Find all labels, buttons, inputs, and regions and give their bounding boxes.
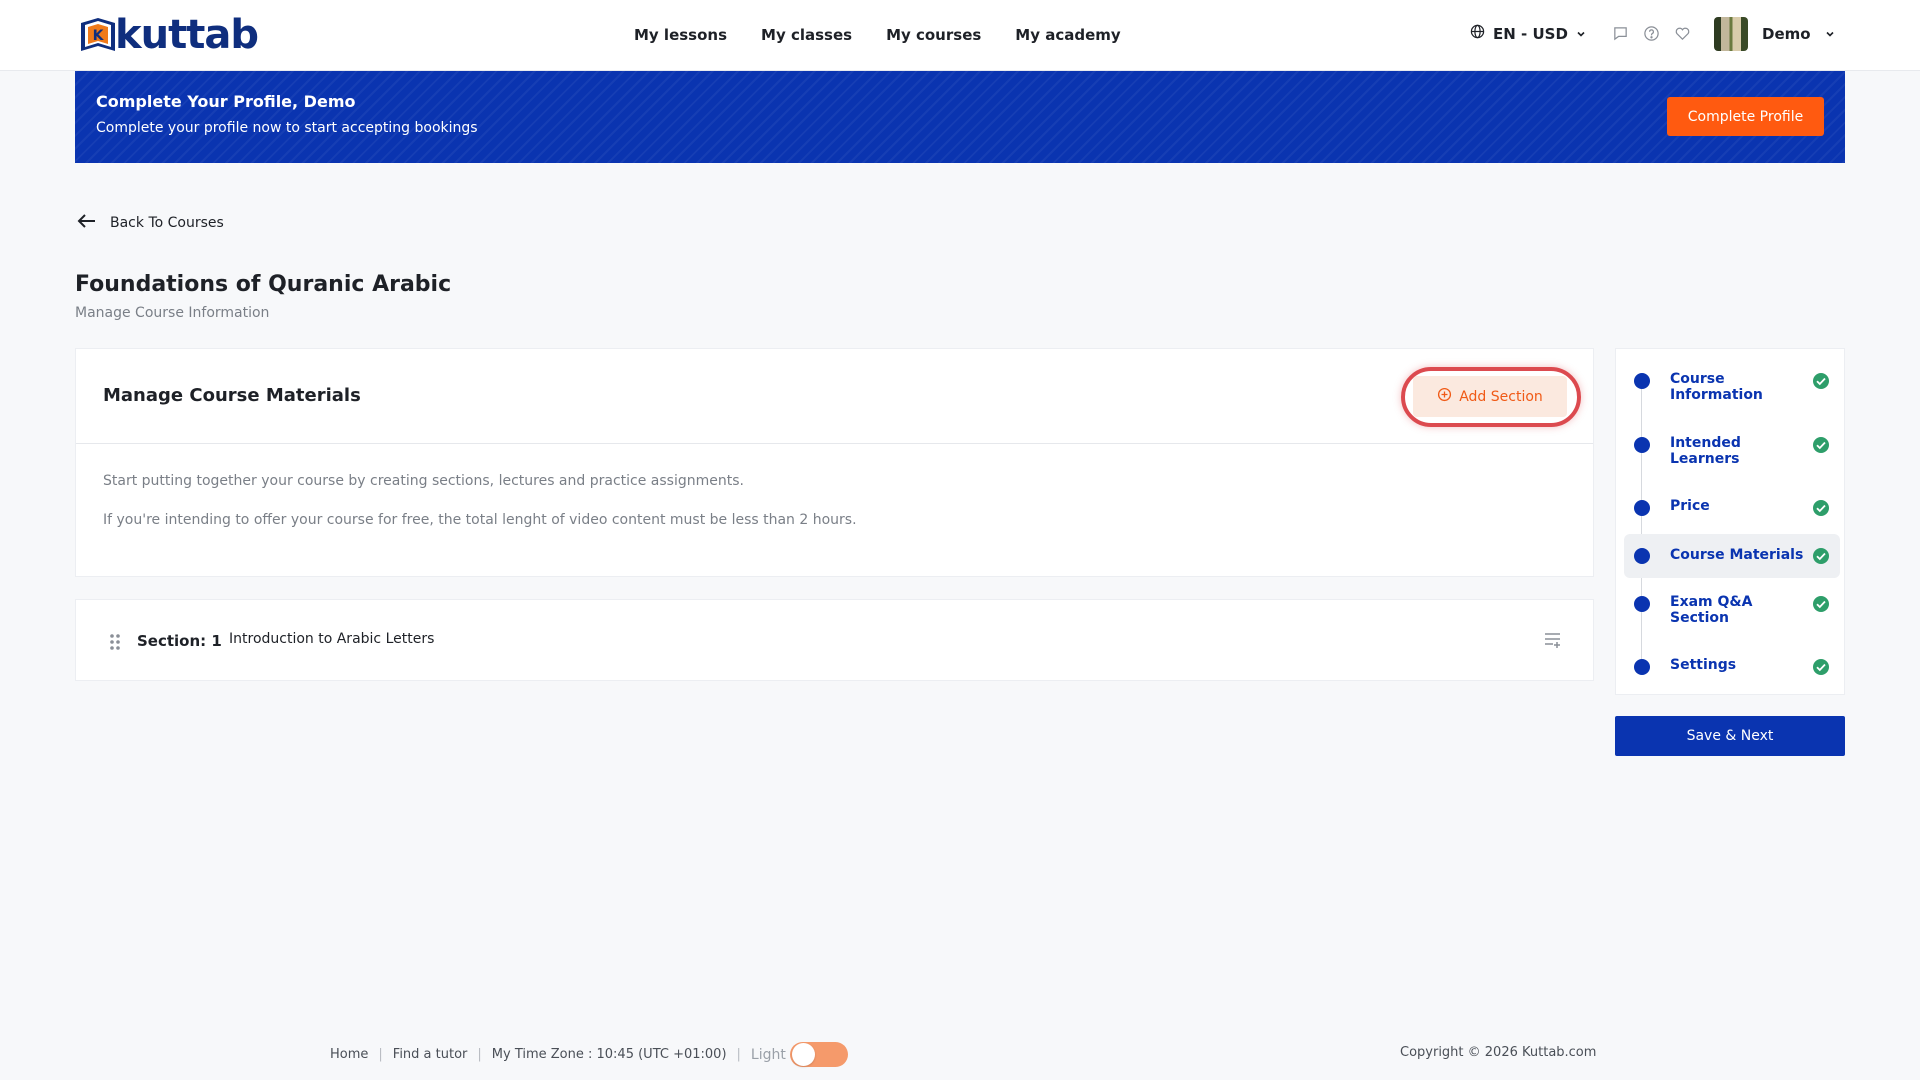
step-label: Course Information	[1670, 371, 1763, 403]
banner-subtitle: Complete your profile now to start accep…	[96, 120, 478, 136]
toggle-knob	[791, 1043, 815, 1066]
materials-note: If you're intending to offer your course…	[103, 512, 857, 528]
banner-title: Complete Your Profile, Demo	[96, 92, 356, 111]
card-body: Start putting together your course by cr…	[76, 444, 1593, 557]
card-header: Manage Course Materials Add Section	[76, 349, 1593, 444]
section-row[interactable]: Section: 1 Introduction to Arabic Letter…	[75, 599, 1594, 681]
footer-find-tutor-link[interactable]: Find a tutor	[393, 1047, 468, 1062]
step-label: Settings	[1670, 657, 1737, 673]
card-title: Manage Course Materials	[103, 385, 361, 406]
check-circle-icon	[1812, 547, 1830, 565]
add-section-button[interactable]: Add Section	[1413, 376, 1567, 417]
chevron-down-icon	[1825, 25, 1835, 43]
check-circle-icon	[1812, 372, 1830, 390]
logo-mark-letter: K	[93, 28, 105, 44]
complete-profile-button[interactable]: Complete Profile	[1667, 97, 1824, 136]
step-course-information[interactable]: Course Information	[1624, 371, 1840, 415]
nav-my-classes[interactable]: My classes	[761, 24, 852, 46]
user-menu[interactable]: Demo	[1714, 17, 1835, 51]
step-course-materials[interactable]: Course Materials	[1624, 534, 1840, 578]
step-dot	[1634, 596, 1650, 612]
course-materials-card: Manage Course Materials Add Section Star…	[75, 348, 1594, 577]
top-header: K kuttab My lessons My classes My course…	[0, 0, 1920, 71]
plus-circle-icon	[1437, 387, 1452, 406]
step-label: Exam Q&A Section	[1670, 594, 1753, 626]
back-to-courses-link[interactable]: Back To Courses	[77, 213, 224, 233]
main-nav: My lessons My classes My courses My acad…	[634, 24, 1121, 46]
help-icon[interactable]	[1643, 25, 1661, 43]
nav-my-lessons[interactable]: My lessons	[634, 24, 727, 46]
check-circle-icon	[1812, 436, 1830, 454]
page-title: Foundations of Quranic Arabic	[75, 272, 452, 297]
back-link-label: Back To Courses	[110, 215, 224, 231]
course-steps-panel: Course Information Intended Learners Pri…	[1615, 348, 1845, 695]
footer-timezone: My Time Zone : 10:45 (UTC +01:00)	[491, 1047, 727, 1062]
step-dot	[1634, 437, 1650, 453]
save-next-button[interactable]: Save & Next	[1615, 716, 1845, 756]
chevron-down-icon	[1576, 25, 1586, 43]
step-label: Intended Learners	[1670, 435, 1741, 467]
nav-my-academy[interactable]: My academy	[1015, 24, 1120, 46]
step-settings[interactable]: Settings	[1624, 657, 1840, 687]
page-subtitle: Manage Course Information	[75, 305, 270, 321]
footer-copyright: Copyright © 2026 Kuttab.com	[1400, 1045, 1597, 1060]
nav-my-courses[interactable]: My courses	[886, 24, 981, 46]
heart-icon[interactable]	[1674, 25, 1692, 43]
arrow-left-icon	[77, 213, 96, 233]
materials-intro: Start putting together your course by cr…	[103, 473, 744, 489]
user-name: Demo	[1762, 25, 1811, 43]
brand-name: kuttab	[115, 12, 259, 58]
add-section-label: Add Section	[1459, 388, 1543, 405]
footer-links: Home | Find a tutor | My Time Zone : 10:…	[330, 1042, 848, 1067]
step-dot	[1634, 373, 1650, 389]
drag-handle-icon[interactable]	[109, 633, 121, 651]
globe-icon	[1470, 24, 1485, 43]
check-circle-icon	[1812, 499, 1830, 517]
header-icons	[1612, 25, 1692, 43]
locale-selector[interactable]: EN - USD	[1470, 24, 1586, 43]
step-intended-learners[interactable]: Intended Learners	[1624, 435, 1840, 479]
section-number: Section: 1	[137, 632, 222, 650]
locale-label: EN - USD	[1493, 24, 1568, 43]
step-price[interactable]: Price	[1624, 498, 1840, 528]
profile-banner: Complete Your Profile, Demo Complete you…	[75, 71, 1845, 163]
step-label: Course Materials	[1670, 547, 1804, 563]
section-name: Introduction to Arabic Letters	[229, 631, 435, 647]
theme-toggle-label: Light	[750, 1046, 786, 1063]
check-circle-icon	[1812, 595, 1830, 613]
footer-separator: |	[477, 1047, 482, 1062]
add-to-list-icon[interactable]	[1543, 630, 1563, 650]
logo-book-icon: K	[77, 15, 119, 55]
chat-icon[interactable]	[1612, 25, 1630, 43]
avatar	[1714, 17, 1748, 51]
step-exam-qa-section[interactable]: Exam Q&A Section	[1624, 594, 1840, 638]
footer-separator: |	[378, 1047, 383, 1062]
step-dot	[1634, 659, 1650, 675]
theme-toggle[interactable]	[789, 1042, 848, 1067]
footer-separator: |	[736, 1047, 741, 1062]
step-label: Price	[1670, 498, 1710, 514]
step-dot	[1634, 500, 1650, 516]
step-dot	[1634, 548, 1650, 564]
check-circle-icon	[1812, 658, 1830, 676]
brand-logo[interactable]: K kuttab	[77, 12, 259, 58]
footer-home-link[interactable]: Home	[330, 1047, 368, 1062]
